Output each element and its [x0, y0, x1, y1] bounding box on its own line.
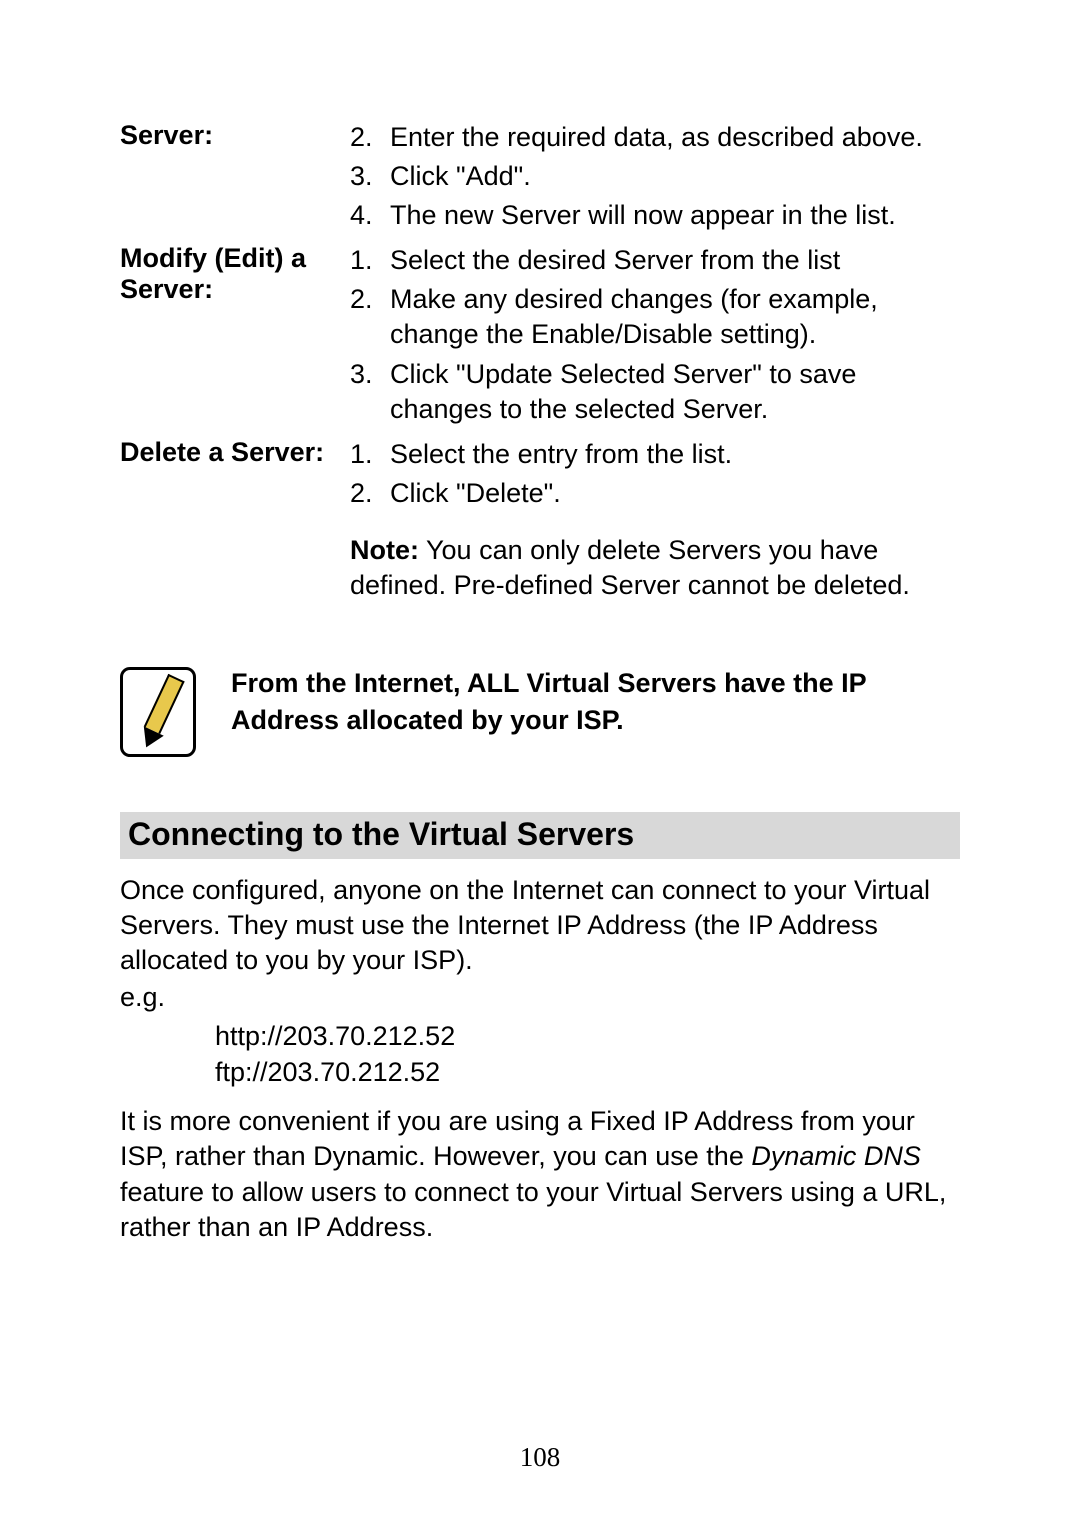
intro-paragraph: Once configured, anyone on the Internet …: [120, 873, 960, 978]
delete-steps: 1.Select the entry from the list. 2.Clic…: [350, 437, 960, 609]
step-num: 2.: [350, 282, 390, 352]
step-text: Click "Update Selected Server" to save c…: [390, 357, 960, 427]
eg-label: e.g.: [120, 980, 960, 1015]
delete-note: Note: You can only delete Servers you ha…: [350, 533, 960, 603]
definitions-table: Server: 2.Enter the required data, as de…: [120, 120, 960, 609]
step-text: The new Server will now appear in the li…: [390, 198, 960, 233]
server-label: Server:: [120, 120, 350, 243]
example-urls: http://203.70.212.52 ftp://203.70.212.52: [120, 1018, 960, 1091]
step-text: Make any desired changes (for example, c…: [390, 282, 960, 352]
closing-paragraph: It is more convenient if you are using a…: [120, 1104, 960, 1244]
step-text: Click "Add".: [390, 159, 960, 194]
server-steps: 2.Enter the required data, as described …: [350, 120, 960, 243]
step-num: 2.: [350, 476, 390, 511]
step-num: 3.: [350, 159, 390, 194]
step-text: Click "Delete".: [390, 476, 960, 511]
modify-label: Modify (Edit) a Server:: [120, 243, 350, 436]
example-url: ftp://203.70.212.52: [215, 1054, 960, 1090]
step-num: 2.: [350, 120, 390, 155]
note-pencil-icon: [120, 667, 196, 757]
step-num: 4.: [350, 198, 390, 233]
page-number: 108: [0, 1442, 1080, 1473]
step-text: Select the entry from the list.: [390, 437, 960, 472]
callout-text: From the Internet, ALL Virtual Servers h…: [231, 659, 960, 738]
delete-label: Delete a Server:: [120, 437, 350, 609]
example-url: http://203.70.212.52: [215, 1018, 960, 1054]
step-num: 1.: [350, 437, 390, 472]
step-text: Select the desired Server from the list: [390, 243, 960, 278]
step-num: 3.: [350, 357, 390, 427]
step-num: 1.: [350, 243, 390, 278]
modify-steps: 1.Select the desired Server from the lis…: [350, 243, 960, 436]
step-text: Enter the required data, as described ab…: [390, 120, 960, 155]
section-heading: Connecting to the Virtual Servers: [120, 812, 960, 859]
callout: From the Internet, ALL Virtual Servers h…: [120, 659, 960, 757]
